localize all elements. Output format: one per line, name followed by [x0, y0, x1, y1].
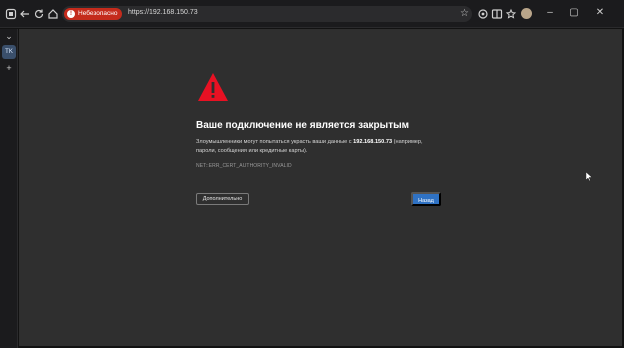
not-secure-badge[interactable]: ! Небезопасно — [64, 8, 123, 20]
page-title: Ваше подключение не является закрытым — [196, 120, 410, 131]
split-screen-icon[interactable] — [490, 7, 504, 21]
error-description: Злоумышленники могут попытаться украсть … — [196, 138, 441, 156]
close-icon[interactable]: ✕ — [594, 7, 606, 19]
description-text: Злоумышленники могут попытаться украсть … — [196, 139, 354, 145]
back-arrow-icon[interactable] — [18, 7, 32, 21]
host-address: 192.168.150.73 — [353, 139, 393, 145]
maximize-icon[interactable]: ▢ — [568, 7, 580, 19]
favorite-star-icon[interactable]: ☆ — [460, 8, 469, 19]
add-tab-icon[interactable]: + — [3, 62, 15, 74]
extensions-icon[interactable] — [476, 7, 490, 21]
error-code[interactable]: NET::ERR_CERT_AUTHORITY_INVALID — [196, 163, 292, 169]
tab-favicon[interactable]: TK — [2, 45, 16, 59]
refresh-icon[interactable] — [32, 7, 46, 21]
address-bar[interactable]: ! Небезопасно https://192.168.150.73 ☆ — [62, 6, 472, 22]
vertical-tabs-strip: ⌄ TK + — [0, 29, 18, 348]
browser-titlebar: ! Небезопасно https://192.168.150.73 ☆ –… — [0, 0, 624, 28]
back-button[interactable]: Назад — [411, 192, 441, 206]
url-text[interactable]: https://192.168.150.73 — [128, 9, 198, 16]
tab-actions-icon[interactable] — [4, 7, 18, 21]
mouse-cursor — [585, 168, 593, 182]
warning-icon: ! — [67, 10, 75, 18]
minimize-icon[interactable]: – — [544, 7, 556, 19]
profile-avatar[interactable] — [521, 8, 532, 19]
home-icon[interactable] — [46, 7, 60, 21]
error-page: Ваше подключение не является закрытым Зл… — [19, 29, 622, 346]
advanced-button[interactable]: Дополнительно — [196, 193, 249, 205]
not-secure-label: Небезопасно — [78, 10, 118, 17]
favorites-icon[interactable] — [504, 7, 518, 21]
warning-icon — [197, 72, 229, 102]
chevron-down-icon[interactable]: ⌄ — [3, 30, 15, 42]
